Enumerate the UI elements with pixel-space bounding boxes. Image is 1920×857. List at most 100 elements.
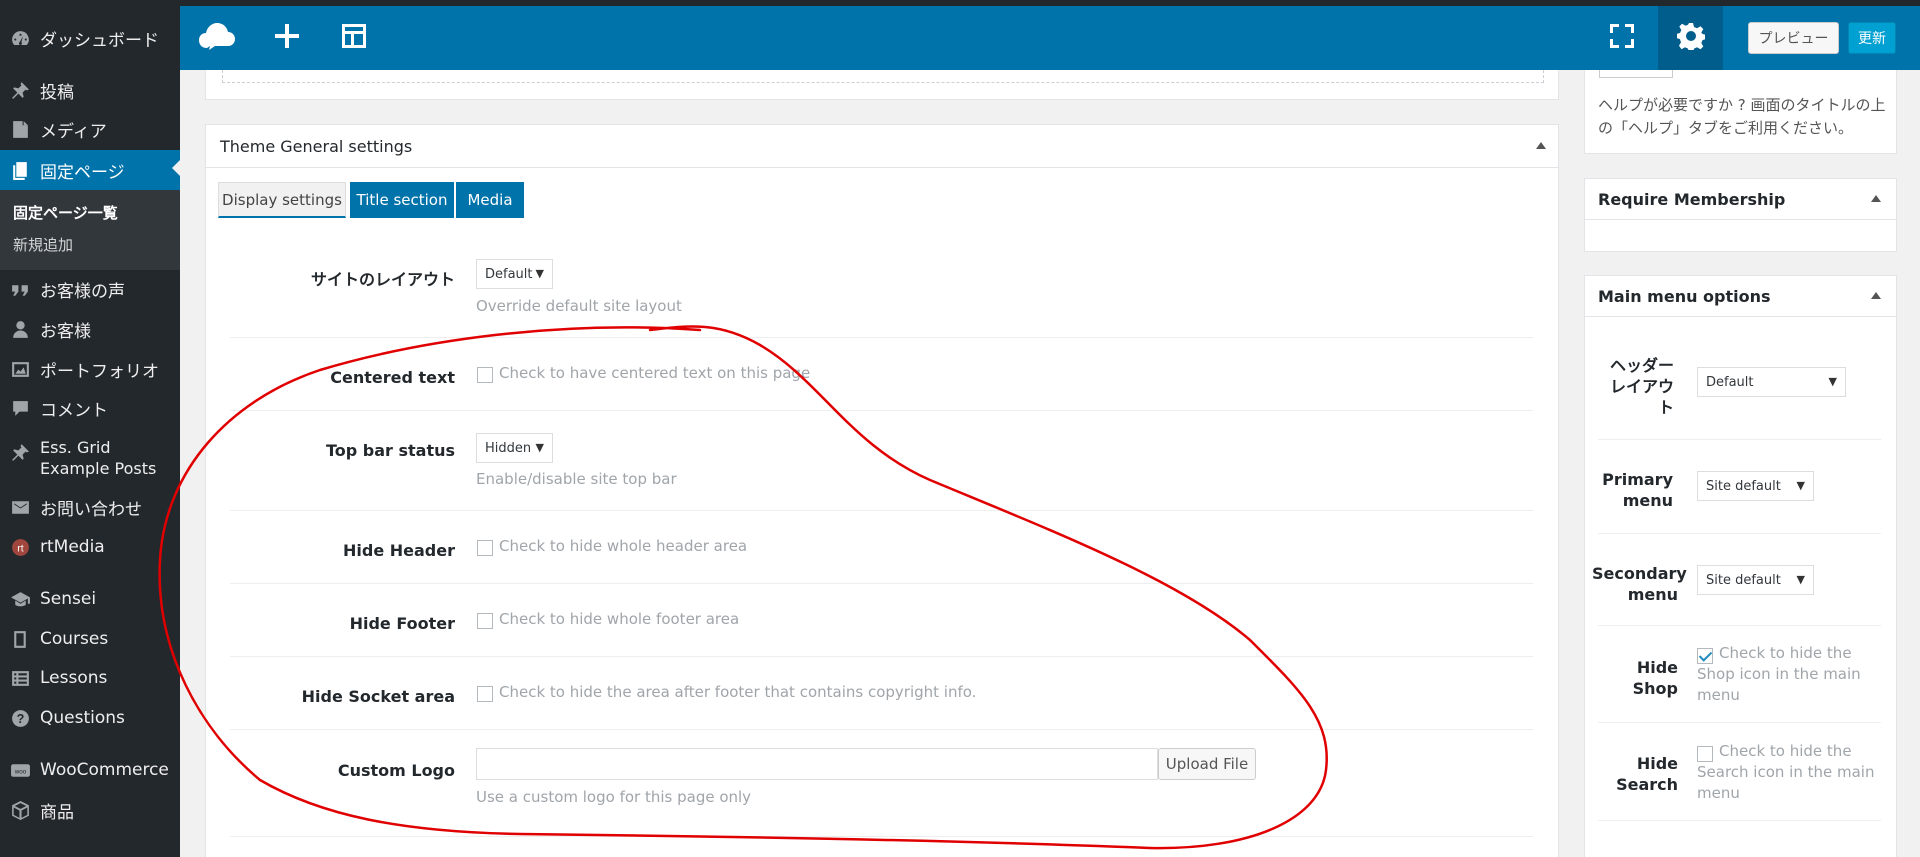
menu-item-contact[interactable]: お問い合わせ bbox=[0, 489, 180, 525]
menu-item-customers[interactable]: お客様 bbox=[0, 311, 180, 347]
add-block-button[interactable] bbox=[255, 6, 319, 70]
update-button[interactable]: 更新 bbox=[1848, 22, 1896, 54]
plus-icon bbox=[273, 22, 301, 54]
collapse-arrow-icon[interactable] bbox=[1871, 195, 1881, 202]
hide-header-label: Hide Header bbox=[343, 541, 455, 560]
site-layout-hint: Override default site layout bbox=[476, 297, 682, 315]
admin-sidebar: ダッシュボード 投稿 メディア 固定ページ 固定ページ一覧 新規追加 お客様の声… bbox=[0, 0, 180, 857]
dropdown-arrow-icon: ▼ bbox=[1796, 573, 1805, 586]
submenu-add-new[interactable]: 新規追加 bbox=[13, 234, 73, 255]
tab-title-section[interactable]: Title section bbox=[350, 182, 454, 218]
menu-item-label: ダッシュボード bbox=[40, 30, 159, 51]
layout-button[interactable] bbox=[322, 6, 386, 70]
publish-field[interactable] bbox=[1599, 70, 1673, 78]
pin-icon bbox=[9, 79, 31, 101]
header-layout-select[interactable]: Default ▼ bbox=[1697, 367, 1846, 397]
previous-panel bbox=[205, 70, 1559, 100]
list-icon bbox=[9, 667, 31, 689]
hide-footer-checkbox[interactable] bbox=[477, 613, 493, 629]
fullscreen-icon bbox=[1608, 22, 1636, 54]
menu-item-courses[interactable]: Courses bbox=[0, 621, 180, 657]
svg-text:rt: rt bbox=[17, 542, 23, 554]
row-divider bbox=[1598, 625, 1881, 626]
dashboard-icon bbox=[9, 27, 31, 49]
menu-item-label: お客様の声 bbox=[40, 281, 125, 302]
menu-item-questions[interactable]: ? Questions bbox=[0, 700, 180, 736]
hide-footer-label: Hide Footer bbox=[349, 614, 455, 633]
previous-panel-dropzone bbox=[222, 70, 1544, 83]
menu-item-label: WooCommerce bbox=[40, 760, 169, 780]
pages-icon bbox=[9, 159, 31, 181]
panel-header-divider bbox=[1585, 316, 1896, 317]
collapse-arrow-icon[interactable] bbox=[1536, 142, 1546, 149]
row-divider bbox=[1598, 820, 1881, 821]
box-icon bbox=[9, 799, 31, 821]
require-membership-title[interactable]: Require Membership bbox=[1598, 190, 1785, 209]
panel-header[interactable]: Theme General settings bbox=[206, 125, 1558, 168]
collapse-arrow-icon[interactable] bbox=[1871, 292, 1881, 299]
primary-menu-label: Primary menu bbox=[1602, 470, 1673, 510]
row-divider bbox=[230, 410, 1533, 411]
row-divider bbox=[230, 656, 1533, 657]
menu-item-label: rtMedia bbox=[40, 537, 105, 557]
submenu-all-pages[interactable]: 固定ページ一覧 bbox=[13, 202, 118, 223]
menu-item-label: Lessons bbox=[40, 668, 108, 688]
settings-button[interactable] bbox=[1658, 6, 1723, 70]
help-text: ヘルプが必要ですか ? 画面のタイトルの上の「ヘルプ」タブをご利用ください。 bbox=[1598, 96, 1886, 137]
secondary-menu-select[interactable]: Site default ▼ bbox=[1697, 565, 1814, 595]
menu-item-label: 投稿 bbox=[40, 82, 74, 103]
top-bar-status-label: Top bar status bbox=[325, 441, 455, 460]
hide-socket-checkbox[interactable] bbox=[477, 686, 493, 702]
menu-item-lessons[interactable]: Lessons bbox=[0, 660, 180, 696]
person-icon bbox=[9, 318, 31, 340]
menu-item-label: Sensei bbox=[40, 589, 97, 609]
menu-item-products[interactable]: 商品 bbox=[0, 792, 180, 828]
centered-text-hint: Check to have centered text on this page bbox=[499, 364, 811, 382]
menu-item-portfolio[interactable]: ポートフォリオ bbox=[0, 351, 180, 387]
menu-item-label: Ess. Grid Example Posts bbox=[40, 438, 157, 478]
menu-item-comments[interactable]: コメント bbox=[0, 390, 180, 426]
row-divider bbox=[1598, 533, 1881, 534]
rtmedia-icon: rt bbox=[9, 536, 31, 558]
menu-item-testimonials[interactable]: お客様の声 bbox=[0, 271, 180, 307]
row-divider bbox=[230, 583, 1533, 584]
custom-logo-input[interactable] bbox=[476, 748, 1158, 780]
comment-icon bbox=[9, 397, 31, 419]
hide-search-label: Hide Search bbox=[1616, 754, 1678, 794]
logo-button[interactable] bbox=[185, 6, 249, 70]
graduation-cap-icon bbox=[9, 588, 31, 610]
hide-footer-hint: Check to hide whole footer area bbox=[499, 610, 740, 628]
row-divider bbox=[230, 836, 1533, 837]
menu-item-media[interactable]: メディア bbox=[0, 111, 180, 147]
pin-icon bbox=[9, 441, 31, 463]
menu-item-label: ポートフォリオ bbox=[40, 361, 159, 382]
menu-item-sensei[interactable]: Sensei bbox=[0, 581, 180, 617]
menu-item-pages[interactable]: 固定ページ bbox=[0, 150, 180, 190]
menu-item-woocommerce[interactable]: woo WooCommerce bbox=[0, 752, 180, 788]
tab-media[interactable]: Media bbox=[456, 182, 524, 218]
row-divider bbox=[230, 510, 1533, 511]
primary-menu-select[interactable]: Site default ▼ bbox=[1697, 471, 1814, 501]
preview-button[interactable]: プレビュー bbox=[1748, 22, 1839, 54]
select-value: Site default bbox=[1706, 478, 1781, 494]
upload-file-button[interactable]: Upload File bbox=[1158, 748, 1256, 780]
main-menu-options-title[interactable]: Main menu options bbox=[1598, 287, 1771, 306]
hide-header-hint: Check to hide whole header area bbox=[499, 537, 748, 555]
book-icon bbox=[9, 628, 31, 650]
hide-socket-hint: Check to hide the area after footer that… bbox=[499, 683, 977, 701]
centered-text-checkbox[interactable] bbox=[477, 367, 493, 383]
quote-icon bbox=[9, 278, 31, 300]
svg-text:woo: woo bbox=[13, 768, 26, 775]
site-layout-select[interactable]: Default ▼ bbox=[476, 259, 553, 289]
menu-item-rtmedia[interactable]: rt rtMedia bbox=[0, 529, 180, 565]
menu-item-posts[interactable]: 投稿 bbox=[0, 72, 180, 108]
menu-item-ess-grid-posts[interactable]: Ess. Grid Example Posts bbox=[0, 437, 180, 485]
menu-item-label: 固定ページ bbox=[40, 162, 125, 183]
fullscreen-button[interactable] bbox=[1590, 6, 1654, 70]
menu-item-dashboard[interactable]: ダッシュボード bbox=[0, 20, 180, 56]
cloud-logo-icon bbox=[197, 20, 237, 56]
select-value: Default bbox=[485, 266, 533, 282]
top-bar-status-select[interactable]: Hidden ▼ bbox=[476, 433, 553, 463]
hide-header-checkbox[interactable] bbox=[477, 540, 493, 556]
tab-display-settings[interactable]: Display settings bbox=[218, 182, 346, 218]
